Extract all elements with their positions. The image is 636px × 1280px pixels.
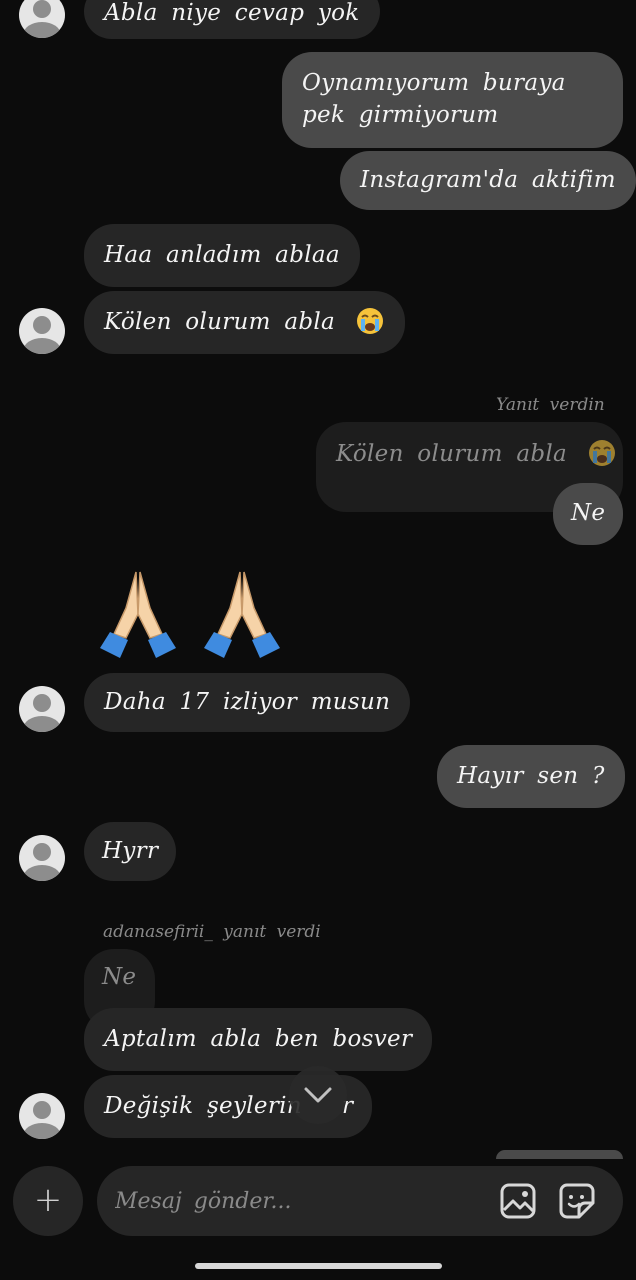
avatar[interactable] bbox=[19, 686, 65, 732]
avatar[interactable] bbox=[19, 0, 65, 38]
gallery-icon[interactable] bbox=[498, 1181, 538, 1221]
scroll-to-bottom-button[interactable] bbox=[289, 1066, 347, 1124]
reply-label: Yanıt verdin bbox=[496, 395, 605, 415]
message-bubble-incoming[interactable]: Hyrr bbox=[84, 822, 177, 881]
message-bubble-incoming[interactable]: Haa anladım ablaa bbox=[84, 224, 360, 287]
folded-hands-icon bbox=[204, 571, 280, 658]
avatar[interactable] bbox=[19, 835, 65, 881]
message-text: Oynamıyorum buraya pek girmiyorum bbox=[302, 70, 566, 128]
message-input[interactable] bbox=[115, 1182, 475, 1220]
message-text: Kölen olurum abla bbox=[104, 309, 336, 335]
message-bubble-incoming[interactable]: Abla niye cevap yok bbox=[84, 0, 380, 39]
message-bubble-incoming[interactable]: Daha 17 izliyor musun bbox=[84, 673, 411, 732]
chevron-down-icon bbox=[304, 1087, 332, 1103]
message-bubble-outgoing[interactable] bbox=[496, 1150, 623, 1159]
message-text: Abla niye cevap yok bbox=[104, 0, 360, 26]
crying-face-icon bbox=[588, 440, 615, 466]
message-bubble-outgoing[interactable]: Hayır sen ? bbox=[437, 745, 625, 808]
home-indicator[interactable] bbox=[195, 1263, 442, 1269]
message-text: Değişik şeylerin bbox=[104, 1093, 302, 1119]
quoted-text: Kölen olurum abla bbox=[336, 441, 568, 467]
message-text: Haa anladım ablaa bbox=[104, 242, 340, 268]
plus-icon: + bbox=[33, 1180, 63, 1220]
folded-hands-icon bbox=[100, 571, 176, 658]
message-bubble-incoming[interactable]: Kölen olurum abla bbox=[84, 291, 405, 354]
add-attachment-button[interactable]: + bbox=[13, 1166, 83, 1236]
message-text: Aptalım abla ben bosver bbox=[104, 1026, 413, 1052]
message-composer bbox=[97, 1166, 623, 1236]
reply-label: adanasefirii_ yanıt verdi bbox=[103, 922, 321, 942]
avatar[interactable] bbox=[19, 308, 65, 354]
message-text: Hyrr bbox=[102, 838, 159, 864]
message-text: Ne bbox=[571, 500, 606, 526]
message-text: Daha 17 izliyor musun bbox=[104, 689, 391, 715]
message-text: Hayır sen ? bbox=[457, 763, 605, 789]
message-bubble-outgoing[interactable]: Ne bbox=[553, 483, 624, 545]
crying-face-icon bbox=[356, 308, 383, 334]
quoted-text: Ne bbox=[102, 964, 137, 990]
message-bubble-outgoing[interactable]: Oynamıyorum buraya pek girmiyorum bbox=[282, 52, 623, 148]
sticker-icon[interactable] bbox=[557, 1181, 597, 1221]
message-bubble-incoming[interactable]: Aptalım abla ben bosver bbox=[84, 1008, 433, 1071]
avatar[interactable] bbox=[19, 1093, 65, 1139]
message-text: Instagram'da aktifim bbox=[360, 167, 616, 193]
message-bubble-outgoing[interactable]: Instagram'da aktifim bbox=[340, 151, 636, 210]
